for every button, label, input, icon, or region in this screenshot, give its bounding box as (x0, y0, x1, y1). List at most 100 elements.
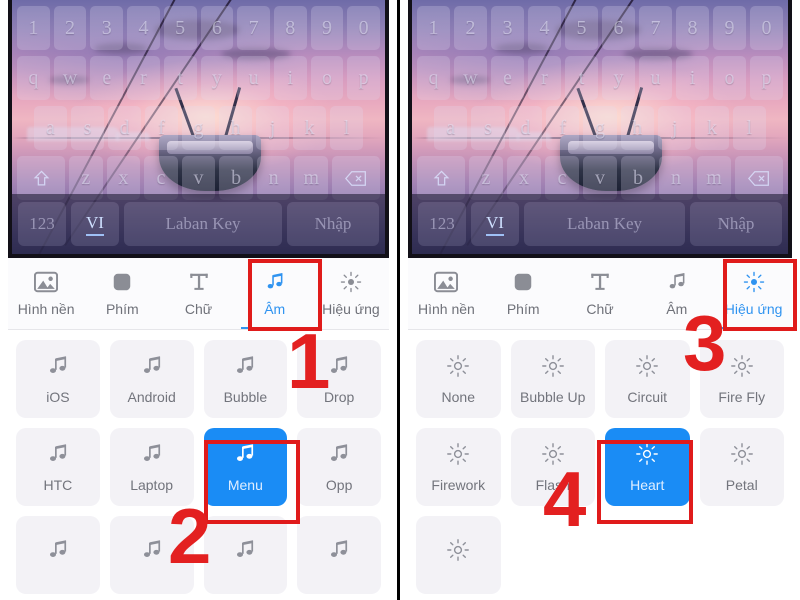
key-7[interactable]: 7 (639, 6, 672, 50)
tab-ph-m[interactable]: Phím (84, 258, 160, 329)
key-o[interactable]: o (713, 56, 746, 100)
key-s[interactable]: s (471, 106, 505, 150)
numeric-key[interactable]: 123 (418, 202, 466, 246)
tile-blank-11[interactable] (297, 516, 381, 594)
key-t[interactable]: t (163, 56, 197, 100)
key-p[interactable]: p (750, 56, 783, 100)
key-u[interactable]: u (237, 56, 270, 100)
key-7[interactable]: 7 (237, 6, 270, 50)
tile-firework[interactable]: Firework (416, 428, 501, 506)
key-5[interactable]: 5 (565, 6, 598, 50)
key-0[interactable]: 0 (347, 6, 381, 50)
key-9[interactable]: 9 (310, 6, 344, 50)
tab-h-nh-n-n[interactable]: Hình nền (8, 258, 84, 329)
key-i[interactable]: i (676, 56, 709, 100)
key-i[interactable]: i (273, 56, 307, 100)
text-t-icon (189, 273, 208, 290)
key-p[interactable]: p (347, 56, 381, 100)
space-key[interactable]: Laban Key (524, 202, 685, 246)
key-8[interactable]: 8 (676, 6, 709, 50)
key-d[interactable]: d (108, 106, 141, 150)
key-6[interactable]: 6 (602, 6, 635, 50)
tile-blank-8[interactable] (416, 516, 501, 594)
key-5[interactable]: 5 (163, 6, 197, 50)
tab-m[interactable]: Âm (237, 258, 313, 329)
language-key[interactable]: VI (71, 202, 119, 246)
key-o[interactable]: o (310, 56, 344, 100)
tab-m[interactable]: Âm (638, 258, 715, 329)
tab-hi-u-ng[interactable]: Hiệu ứng (313, 258, 389, 329)
key-9[interactable]: 9 (713, 6, 746, 50)
key-k[interactable]: k (695, 106, 729, 150)
key-4[interactable]: 4 (528, 6, 561, 50)
key-y[interactable]: y (602, 56, 635, 100)
key-k[interactable]: k (293, 106, 326, 150)
tile-heart[interactable]: Heart (605, 428, 690, 506)
key-4[interactable]: 4 (127, 6, 160, 50)
music-note-icon (237, 540, 254, 557)
tile-none[interactable]: None (416, 340, 501, 418)
key-r[interactable]: r (528, 56, 561, 100)
key-j[interactable]: j (256, 106, 289, 150)
key-y[interactable]: y (200, 56, 234, 100)
key-h[interactable]: h (219, 106, 252, 150)
key-g[interactable]: g (182, 106, 215, 150)
key-2[interactable]: 2 (454, 6, 487, 50)
key-l[interactable]: l (732, 106, 766, 150)
key-d[interactable]: d (508, 106, 542, 150)
key-1[interactable]: 1 (17, 6, 50, 50)
tab-h-nh-n-n[interactable]: Hình nền (408, 258, 485, 329)
key-6[interactable]: 6 (200, 6, 234, 50)
key-1[interactable]: 1 (417, 6, 450, 50)
tab-ph-m[interactable]: Phím (485, 258, 562, 329)
space-key[interactable]: Laban Key (124, 202, 282, 246)
key-l[interactable]: l (330, 106, 363, 150)
tile-circuit[interactable]: Circuit (605, 340, 690, 418)
tile-drop[interactable]: Drop (297, 340, 381, 418)
tile-ios[interactable]: iOS (16, 340, 100, 418)
key-t[interactable]: t (565, 56, 598, 100)
tab-hi-u-ng[interactable]: Hiệu ứng (715, 258, 792, 329)
enter-key[interactable]: Nhập (287, 202, 379, 246)
key-0[interactable]: 0 (750, 6, 783, 50)
key-e[interactable]: e (90, 56, 124, 100)
tile-htc[interactable]: HTC (16, 428, 100, 506)
enter-key[interactable]: Nhập (690, 202, 782, 246)
tile-menu[interactable]: Menu (203, 428, 288, 506)
tile-petal[interactable]: Petal (699, 428, 784, 506)
key-r[interactable]: r (127, 56, 160, 100)
key-8[interactable]: 8 (273, 6, 307, 50)
tile-flash[interactable]: Flash (510, 428, 595, 506)
tile-bubble[interactable]: Bubble (203, 340, 288, 418)
tile-blank-9[interactable] (109, 516, 194, 594)
tile-android[interactable]: Android (109, 340, 194, 418)
tile-blank-10[interactable] (203, 516, 288, 594)
numeric-key[interactable]: 123 (18, 202, 66, 246)
tile-opp[interactable]: Opp (297, 428, 381, 506)
tile-blank-8[interactable] (16, 516, 100, 594)
key-g[interactable]: g (583, 106, 617, 150)
tile-bubble-up[interactable]: Bubble Up (510, 340, 595, 418)
language-key[interactable]: VI (471, 202, 519, 246)
key-q[interactable]: q (17, 56, 50, 100)
key-a[interactable]: a (34, 106, 67, 150)
tile-label: Menu (227, 477, 263, 493)
tile-laptop[interactable]: Laptop (109, 428, 194, 506)
key-w[interactable]: w (53, 56, 87, 100)
tile-fire-fly[interactable]: Fire Fly (699, 340, 784, 418)
key-s[interactable]: s (71, 106, 104, 150)
key-2[interactable]: 2 (53, 6, 87, 50)
key-e[interactable]: e (491, 56, 524, 100)
key-3[interactable]: 3 (90, 6, 124, 50)
key-j[interactable]: j (657, 106, 692, 150)
tab-ch[interactable]: Chữ (160, 258, 236, 329)
key-a[interactable]: a (434, 106, 468, 150)
key-u[interactable]: u (639, 56, 672, 100)
key-w[interactable]: w (454, 56, 487, 100)
key-f[interactable]: f (545, 106, 580, 150)
key-h[interactable]: h (620, 106, 654, 150)
key-f[interactable]: f (145, 106, 178, 150)
key-3[interactable]: 3 (491, 6, 524, 50)
tab-ch[interactable]: Chữ (562, 258, 639, 329)
key-q[interactable]: q (417, 56, 450, 100)
